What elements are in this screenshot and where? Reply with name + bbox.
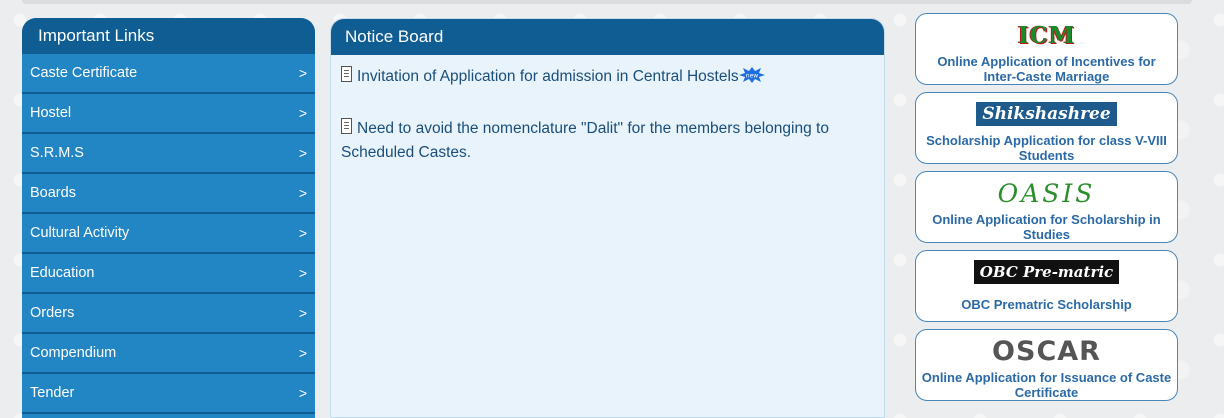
card-text: Scholarship Application for class V-VIII… — [926, 133, 1167, 163]
link-label: Orders — [30, 305, 75, 321]
chevron-right-icon: > — [298, 65, 307, 81]
chevron-right-icon: > — [298, 185, 307, 201]
link-label: S.R.M.S — [30, 145, 84, 161]
link-label: Boards — [30, 185, 76, 201]
link-label: Hostel — [30, 105, 72, 121]
card-text: Online Application for Scholarship in St… — [932, 212, 1161, 242]
card-shikshashree[interactable]: Shikshashree Scholarship Application for… — [915, 92, 1178, 164]
important-links-title: Important Links — [22, 18, 315, 54]
link-label: Compendium — [30, 345, 117, 361]
oscar-logo: OSCAR — [992, 335, 1101, 367]
obc-prematric-logo: OBC Pre-matric — [973, 260, 1120, 284]
card-oasis[interactable]: OASIS Online Application for Scholarship… — [915, 171, 1178, 243]
chevron-right-icon: > — [298, 225, 307, 241]
notice-text[interactable]: Invitation of Application for admission … — [357, 68, 739, 85]
card-icm[interactable]: ICM Online Application of Incentives for… — [915, 13, 1178, 85]
link-cultural-activity[interactable]: Cultural Activity > — [22, 214, 315, 254]
link-label: Tender — [30, 385, 75, 401]
link-education[interactable]: Education > — [22, 254, 315, 294]
link-compendium[interactable]: Compendium > — [22, 334, 315, 374]
link-caste-certificate[interactable]: Caste Certificate > — [22, 54, 315, 94]
chevron-right-icon: > — [298, 265, 307, 281]
chevron-right-icon: > — [298, 345, 307, 361]
link-label: Caste Certificate — [30, 65, 138, 81]
link-srms[interactable]: S.R.M.S > — [22, 134, 315, 174]
link-label: Cultural Activity — [30, 225, 130, 241]
chevron-right-icon: > — [298, 145, 307, 161]
link-hostel[interactable]: Hostel > — [22, 94, 315, 134]
link-orders[interactable]: Orders > — [22, 294, 315, 334]
notice-board-title: Notice Board — [331, 19, 884, 55]
document-icon — [341, 66, 352, 82]
notice-text[interactable]: Need to avoid the nomenclature "Dalit" f… — [341, 120, 829, 161]
card-obc-prematric[interactable]: OBC Pre-matric OBC Prematric Scholarship — [915, 250, 1178, 322]
svg-text:new: new — [745, 73, 757, 80]
chevron-right-icon: > — [298, 385, 307, 401]
chevron-right-icon: > — [298, 105, 307, 121]
link-boards[interactable]: Boards > — [22, 174, 315, 214]
card-text: Online Application for Issuance of Caste… — [921, 370, 1172, 400]
notice-item[interactable]: Need to avoid the nomenclature "Dalit" f… — [331, 117, 884, 165]
shikshashree-logo: Shikshashree — [976, 102, 1117, 126]
icm-logo: ICM — [1017, 21, 1076, 49]
new-badge-icon: new — [738, 67, 765, 83]
important-links-panel: Important Links Caste Certificate > Hoste… — [22, 18, 315, 418]
chevron-right-icon: > — [298, 305, 307, 321]
top-divider — [22, 0, 1192, 4]
oasis-logo: OASIS — [997, 178, 1096, 208]
link-tender[interactable]: Tender > — [22, 374, 315, 414]
link-label: Education — [30, 265, 95, 281]
card-text: Online Application of Incentives for Int… — [937, 54, 1156, 84]
document-icon — [341, 118, 352, 134]
notice-board-panel: Notice Board Invitation of Application f… — [330, 18, 885, 418]
notice-item[interactable]: Invitation of Application for admission … — [331, 65, 884, 89]
quick-access-cards: ICM Online Application of Incentives for… — [915, 13, 1178, 408]
card-text: OBC Prematric Scholarship — [961, 297, 1132, 312]
card-oscar[interactable]: OSCAR Online Application for Issuance of… — [915, 329, 1178, 401]
